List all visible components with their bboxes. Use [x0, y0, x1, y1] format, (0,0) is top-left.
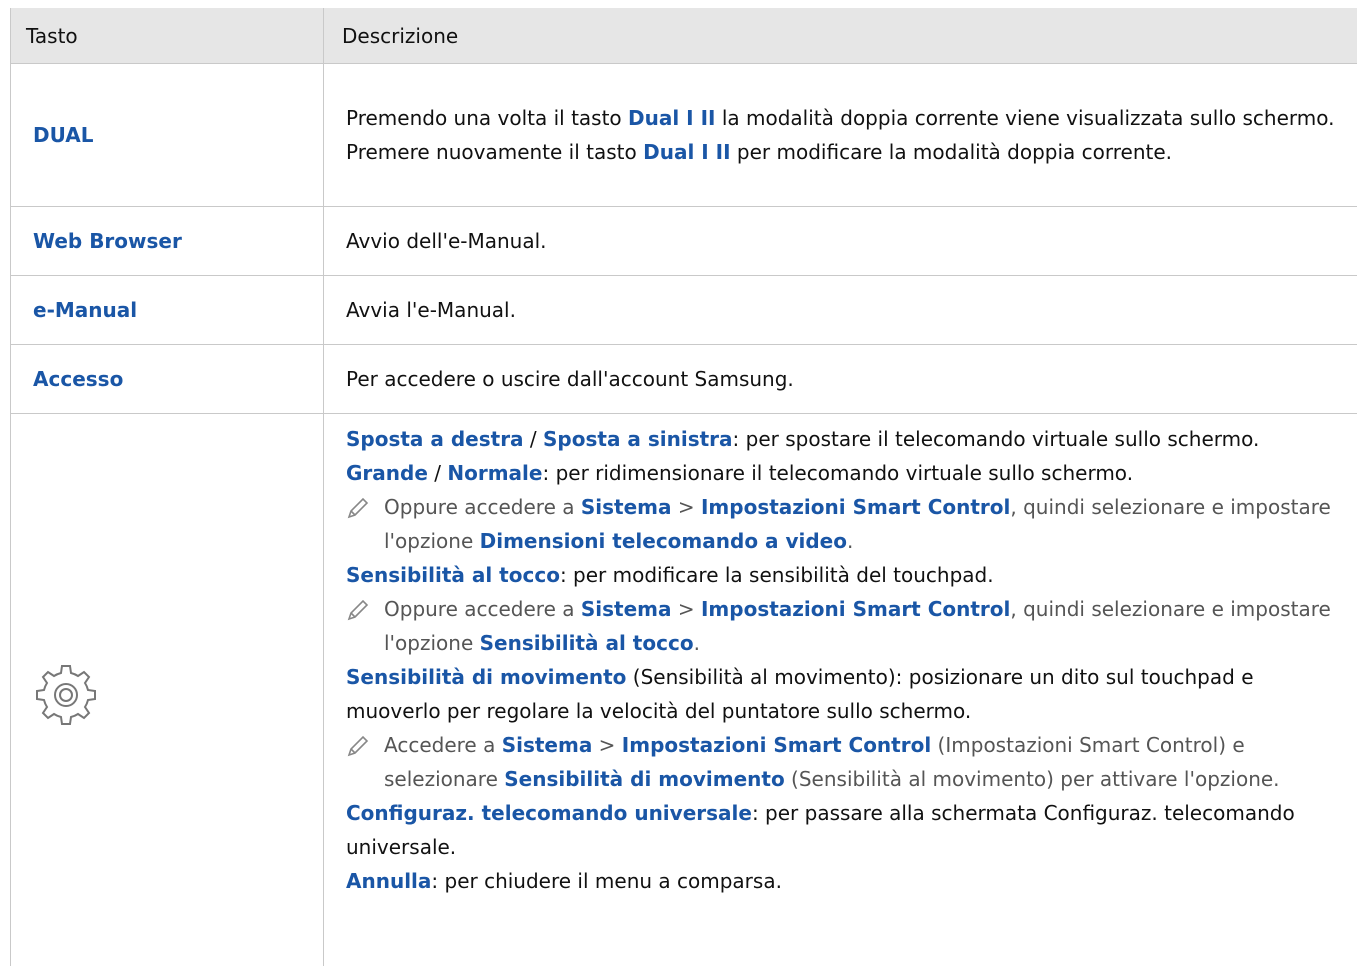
pencil-icon [347, 599, 369, 621]
text: Accedere a [384, 733, 502, 757]
inline-key: Impostazioni Smart Control [621, 733, 932, 757]
note: Oppure accedere a Sistema > Impostazioni… [346, 592, 1342, 660]
inline-key: Impostazioni Smart Control [700, 495, 1011, 519]
header-description: Descrizione [323, 8, 1357, 64]
key-e-manual: e-Manual [10, 275, 324, 345]
pencil-icon [347, 497, 369, 519]
text: > [592, 733, 622, 757]
text: : per chiudere il menu a comparsa. [431, 869, 782, 893]
inline-key: Sistema [580, 597, 672, 621]
inline-key: Impostazioni Smart Control [700, 597, 1011, 621]
desc-line: Sensibilità di movimento (Sensibilità al… [346, 660, 1342, 728]
table-header-row: Tasto Descrizione [10, 8, 1357, 64]
text: . [693, 631, 700, 655]
header-key: Tasto [10, 8, 324, 64]
inline-key: Sposta a sinistra [543, 427, 733, 451]
text: : per ridimensionare il telecomando virt… [542, 461, 1134, 485]
desc-line: Grande / Normale: per ridimensionare il … [346, 456, 1342, 490]
key-dual: DUAL [10, 63, 324, 207]
key-description-table: Tasto Descrizione DUAL Premendo una volt… [10, 8, 1357, 966]
table-row: Accesso Per accedere o uscire dall'accou… [10, 344, 1357, 414]
text: Oppure accedere a [384, 597, 581, 621]
text: per modificare la modalità doppia corren… [730, 140, 1173, 164]
text: . [847, 529, 854, 553]
inline-key: Sensibilità di movimento [504, 767, 785, 791]
page: Tasto Descrizione DUAL Premendo una volt… [0, 0, 1357, 966]
inline-key: Sposta a destra [346, 427, 524, 451]
inline-key: Sensibilità di movimento [346, 665, 627, 689]
desc-gear: Sposta a destra / Sposta a sinistra: per… [324, 414, 1357, 966]
desc-dual: Premendo una volta il tasto Dual I II la… [323, 63, 1357, 207]
desc-e-manual: Avvia l'e-Manual. [323, 275, 1357, 345]
desc-web-browser: Avvio dell'e-Manual. [323, 206, 1357, 276]
desc-line: Annulla: per chiudere il menu a comparsa… [346, 864, 1342, 898]
desc-accesso: Per accedere o uscire dall'account Samsu… [323, 344, 1357, 414]
text: Premendo una volta il tasto [346, 106, 629, 130]
text: / [523, 427, 544, 451]
text: > [671, 597, 701, 621]
text: : per spostare il telecomando virtuale s… [732, 427, 1260, 451]
inline-key: Sensibilità al tocco [479, 631, 694, 655]
text: la modalità doppia corrente viene visual… [715, 106, 1335, 130]
note: Accedere a Sistema > Impostazioni Smart … [346, 728, 1342, 796]
inline-key: Dual I II [643, 140, 731, 164]
key-web-browser: Web Browser [10, 206, 324, 276]
pencil-icon [347, 735, 369, 757]
table-row: e-Manual Avvia l'e-Manual. [10, 275, 1357, 345]
inline-key: Dual I II [628, 106, 716, 130]
key-accesso: Accesso [10, 344, 324, 414]
gear-icon [33, 660, 99, 726]
table-row: DUAL Premendo una volta il tasto Dual I … [10, 63, 1357, 207]
desc-line: Configuraz. telecomando universale: per … [346, 796, 1342, 864]
desc-line: Sensibilità al tocco: per modificare la … [346, 558, 1342, 592]
inline-key: Sensibilità al tocco [346, 563, 560, 587]
text: Oppure accedere a [384, 495, 581, 519]
desc-line: Premere nuovamente il tasto Dual I II pe… [346, 135, 1342, 169]
inline-key: Annulla [346, 869, 432, 893]
key-gear [10, 413, 324, 966]
inline-key: Normale [447, 461, 543, 485]
table-row: Sposta a destra / Sposta a sinistra: per… [10, 413, 1357, 966]
inline-key: Sistema [580, 495, 672, 519]
text: / [427, 461, 448, 485]
desc-line: Sposta a destra / Sposta a sinistra: per… [346, 422, 1342, 456]
inline-key: Configuraz. telecomando universale [346, 801, 752, 825]
inline-key: Sistema [501, 733, 593, 757]
table-row: Web Browser Avvio dell'e-Manual. [10, 206, 1357, 276]
text: (Sensibilità al movimento) per attivare … [784, 767, 1280, 791]
inline-key: Dimensioni telecomando a video [479, 529, 847, 553]
desc-line: Premendo una volta il tasto Dual I II la… [346, 101, 1342, 135]
text: Premere nuovamente il tasto [346, 140, 644, 164]
text: > [671, 495, 701, 519]
note: Oppure accedere a Sistema > Impostazioni… [346, 490, 1342, 558]
text: : per modificare la sensibilità del touc… [559, 563, 994, 587]
inline-key: Grande [346, 461, 428, 485]
